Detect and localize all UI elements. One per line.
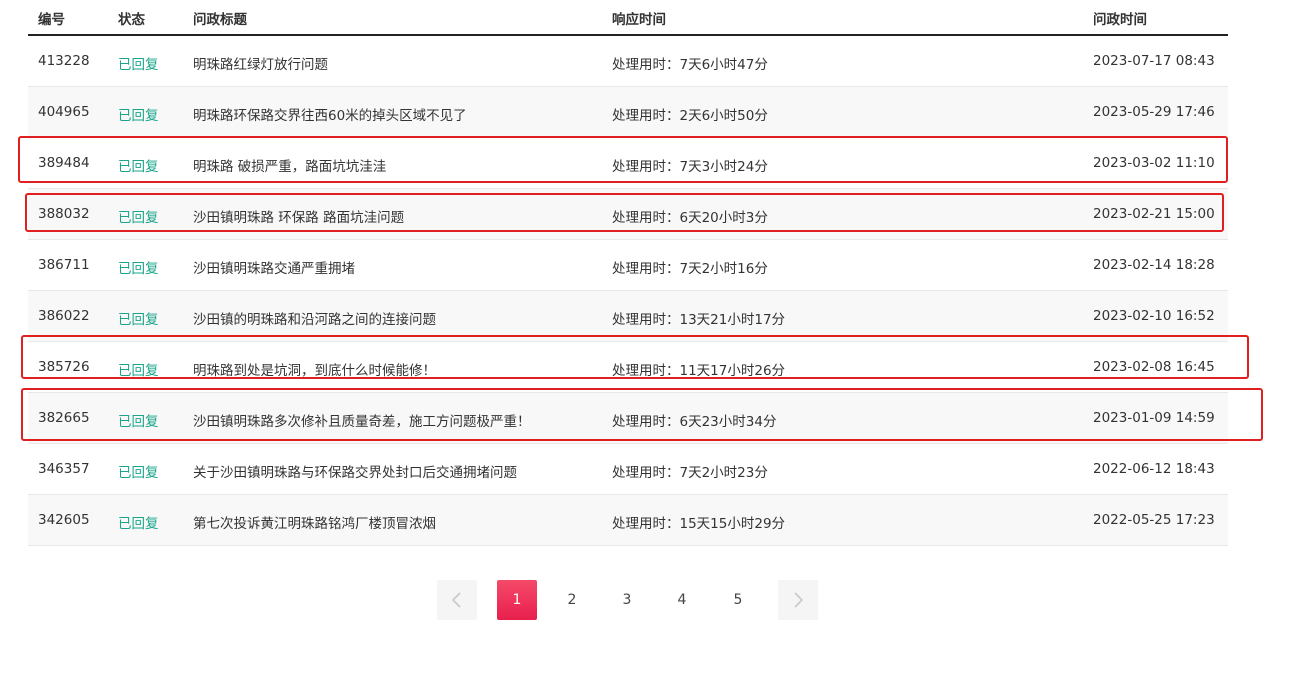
row-response-time: 处理用时：6天23小时34分 bbox=[612, 414, 777, 430]
row-id: 413228 bbox=[38, 53, 90, 69]
table-row[interactable]: 386022 已回复 沙田镇的明珠路和沿河路之间的连接问题 处理用时：13天21… bbox=[28, 291, 1228, 342]
row-submit-time: 2023-01-09 14:59 bbox=[1093, 410, 1215, 426]
row-id: 404965 bbox=[38, 104, 90, 120]
row-submit-time: 2023-02-21 15:00 bbox=[1093, 206, 1215, 222]
row-submit-time: 2023-07-17 08:43 bbox=[1093, 53, 1215, 69]
header-status: 状态 bbox=[118, 12, 145, 28]
row-submit-time: 2022-06-12 18:43 bbox=[1093, 461, 1215, 477]
table-row[interactable]: 385726 已回复 明珠路到处是坑洞，到底什么时候能修！ 处理用时：11天17… bbox=[28, 342, 1228, 393]
table-row[interactable]: 382665 已回复 沙田镇明珠路多次修补且质量奇差，施工方问题极严重！ 处理用… bbox=[28, 393, 1228, 444]
row-id: 388032 bbox=[38, 206, 90, 222]
row-title-link[interactable]: 第七次投诉黄江明珠路铭鸿厂楼顶冒浓烟 bbox=[193, 512, 436, 532]
row-title-link[interactable]: 沙田镇明珠路交通严重拥堵 bbox=[193, 257, 355, 277]
page-button-5[interactable]: 5 bbox=[718, 580, 758, 620]
row-status: 已回复 bbox=[118, 57, 159, 73]
row-status: 已回复 bbox=[118, 159, 159, 175]
next-page-button[interactable] bbox=[778, 580, 818, 620]
row-status: 已回复 bbox=[118, 210, 159, 226]
row-response-time: 处理用时：13天21小时17分 bbox=[612, 312, 786, 328]
page-button-3[interactable]: 3 bbox=[607, 580, 647, 620]
table-row[interactable]: 346357 已回复 关于沙田镇明珠路与环保路交界处封口后交通拥堵问题 处理用时… bbox=[28, 444, 1228, 495]
row-id: 386022 bbox=[38, 308, 90, 324]
row-title-link[interactable]: 沙田镇的明珠路和沿河路之间的连接问题 bbox=[193, 308, 436, 328]
row-submit-time: 2023-02-08 16:45 bbox=[1093, 359, 1215, 375]
table-row[interactable]: 342605 已回复 第七次投诉黄江明珠路铭鸿厂楼顶冒浓烟 处理用时：15天15… bbox=[28, 495, 1228, 546]
row-title-link[interactable]: 明珠路 破损严重，路面坑坑洼洼 bbox=[193, 155, 386, 175]
row-response-time: 处理用时：11天17小时26分 bbox=[612, 363, 786, 379]
row-status: 已回复 bbox=[118, 312, 159, 328]
chevron-left-icon bbox=[451, 592, 461, 608]
row-status: 已回复 bbox=[118, 108, 159, 124]
table-row[interactable]: 388032 已回复 沙田镇明珠路 环保路 路面坑洼问题 处理用时：6天20小时… bbox=[28, 189, 1228, 240]
row-submit-time: 2022-05-25 17:23 bbox=[1093, 512, 1215, 528]
table-row[interactable]: 389484 已回复 明珠路 破损严重，路面坑坑洼洼 处理用时：7天3小时24分… bbox=[28, 138, 1228, 189]
row-id: 346357 bbox=[38, 461, 90, 477]
row-submit-time: 2023-02-14 18:28 bbox=[1093, 257, 1215, 273]
row-title-link[interactable]: 明珠路到处是坑洞，到底什么时候能修！ bbox=[193, 359, 436, 379]
row-id: 385726 bbox=[38, 359, 90, 375]
consultation-table: 编号 状态 问政标题 响应时间 问政时间 413228 已回复 明珠路红绿灯放行… bbox=[28, 0, 1228, 546]
row-response-time: 处理用时：6天20小时3分 bbox=[612, 210, 768, 226]
row-id: 382665 bbox=[38, 410, 90, 426]
chevron-right-icon bbox=[794, 592, 804, 608]
table-row[interactable]: 386711 已回复 沙田镇明珠路交通严重拥堵 处理用时：7天2小时16分 20… bbox=[28, 240, 1228, 291]
header-response-time: 响应时间 bbox=[612, 12, 666, 28]
pagination: 1 2 3 4 5 bbox=[437, 580, 819, 620]
row-title-link[interactable]: 明珠路环保路交界往西60米的掉头区域不见了 bbox=[193, 104, 467, 124]
row-id: 386711 bbox=[38, 257, 90, 273]
header-title: 问政标题 bbox=[193, 12, 247, 28]
table-header: 编号 状态 问政标题 响应时间 问政时间 bbox=[28, 0, 1228, 36]
page-button-2[interactable]: 2 bbox=[552, 580, 592, 620]
row-response-time: 处理用时：7天2小时16分 bbox=[612, 261, 768, 277]
page-button-4[interactable]: 4 bbox=[662, 580, 702, 620]
row-title-link[interactable]: 沙田镇明珠路 环保路 路面坑洼问题 bbox=[193, 206, 404, 226]
row-status: 已回复 bbox=[118, 516, 159, 532]
row-response-time: 处理用时：7天3小时24分 bbox=[612, 159, 768, 175]
table-row[interactable]: 404965 已回复 明珠路环保路交界往西60米的掉头区域不见了 处理用时：2天… bbox=[28, 87, 1228, 138]
row-status: 已回复 bbox=[118, 465, 159, 481]
row-submit-time: 2023-05-29 17:46 bbox=[1093, 104, 1215, 120]
page-button-1[interactable]: 1 bbox=[497, 580, 537, 620]
row-submit-time: 2023-03-02 11:10 bbox=[1093, 155, 1215, 171]
table-row[interactable]: 413228 已回复 明珠路红绿灯放行问题 处理用时：7天6小时47分 2023… bbox=[28, 36, 1228, 87]
row-title-link[interactable]: 关于沙田镇明珠路与环保路交界处封口后交通拥堵问题 bbox=[193, 461, 517, 481]
row-title-link[interactable]: 明珠路红绿灯放行问题 bbox=[193, 53, 328, 73]
row-response-time: 处理用时：7天6小时47分 bbox=[612, 57, 768, 73]
row-response-time: 处理用时：15天15小时29分 bbox=[612, 516, 786, 532]
row-id: 389484 bbox=[38, 155, 90, 171]
row-status: 已回复 bbox=[118, 261, 159, 277]
header-submit-time: 问政时间 bbox=[1093, 12, 1147, 28]
row-status: 已回复 bbox=[118, 363, 159, 379]
row-response-time: 处理用时：2天6小时50分 bbox=[612, 108, 768, 124]
row-response-time: 处理用时：7天2小时23分 bbox=[612, 465, 768, 481]
row-title-link[interactable]: 沙田镇明珠路多次修补且质量奇差，施工方问题极严重！ bbox=[193, 410, 531, 430]
header-id: 编号 bbox=[38, 12, 65, 28]
row-id: 342605 bbox=[38, 512, 90, 528]
row-status: 已回复 bbox=[118, 414, 159, 430]
row-submit-time: 2023-02-10 16:52 bbox=[1093, 308, 1215, 324]
prev-page-button[interactable] bbox=[437, 580, 477, 620]
